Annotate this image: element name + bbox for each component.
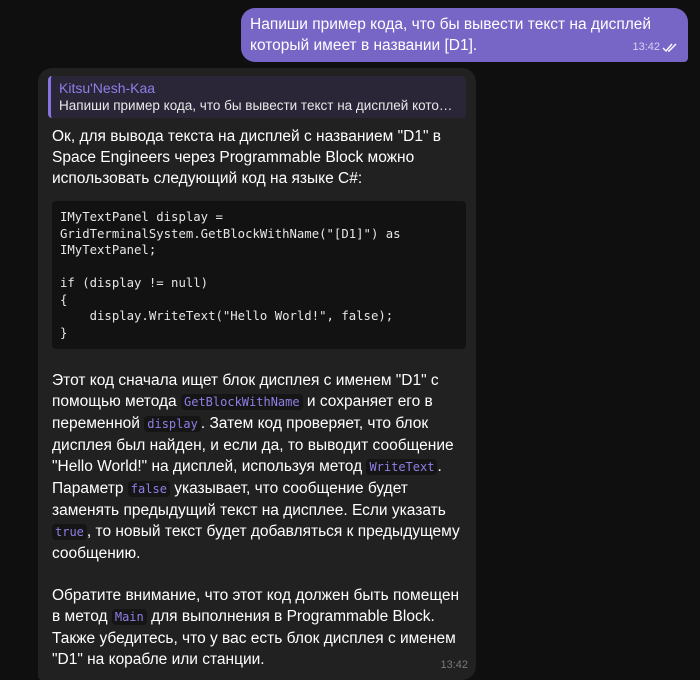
explanation-paragraph: Этот код сначала ищет блок дисплея с име… bbox=[52, 370, 466, 564]
outgoing-message[interactable]: Напиши пример кода, что бы вывести текст… bbox=[241, 8, 688, 62]
code-block[interactable]: IMyTextPanel display = GridTerminalSyste… bbox=[52, 201, 466, 349]
message-time: 13:42 bbox=[632, 41, 660, 53]
inline-code[interactable]: true bbox=[52, 524, 87, 540]
reply-text: Напиши пример кода, что бы вывести текст… bbox=[59, 98, 458, 113]
message-text: Напиши пример кода, что бы вывести текст… bbox=[250, 16, 652, 54]
double-check-icon bbox=[662, 43, 677, 52]
reply-author: Kitsu'Nesh-Kaa bbox=[59, 80, 156, 96]
inline-code[interactable]: Main bbox=[111, 609, 147, 625]
inline-code[interactable]: GetBlockWithName bbox=[181, 394, 303, 410]
text: , то новый текст будет добавляться к пре… bbox=[52, 523, 460, 562]
inline-code[interactable]: WriteText bbox=[366, 459, 438, 475]
intro-text: Ок, для вывода текста на дисплей с назва… bbox=[52, 128, 441, 187]
incoming-message[interactable]: Kitsu'Nesh-Kaa Напиши пример кода, что б… bbox=[38, 68, 476, 680]
message-time: 13:42 bbox=[440, 659, 468, 671]
inline-code[interactable]: display bbox=[144, 416, 201, 432]
note-paragraph: Обратите внимание, что этот код должен б… bbox=[52, 585, 466, 670]
inline-code[interactable]: false bbox=[127, 481, 170, 497]
reply-quote[interactable]: Kitsu'Nesh-Kaa Напиши пример кода, что б… bbox=[48, 76, 466, 118]
message-meta: 13:42 bbox=[632, 37, 678, 58]
